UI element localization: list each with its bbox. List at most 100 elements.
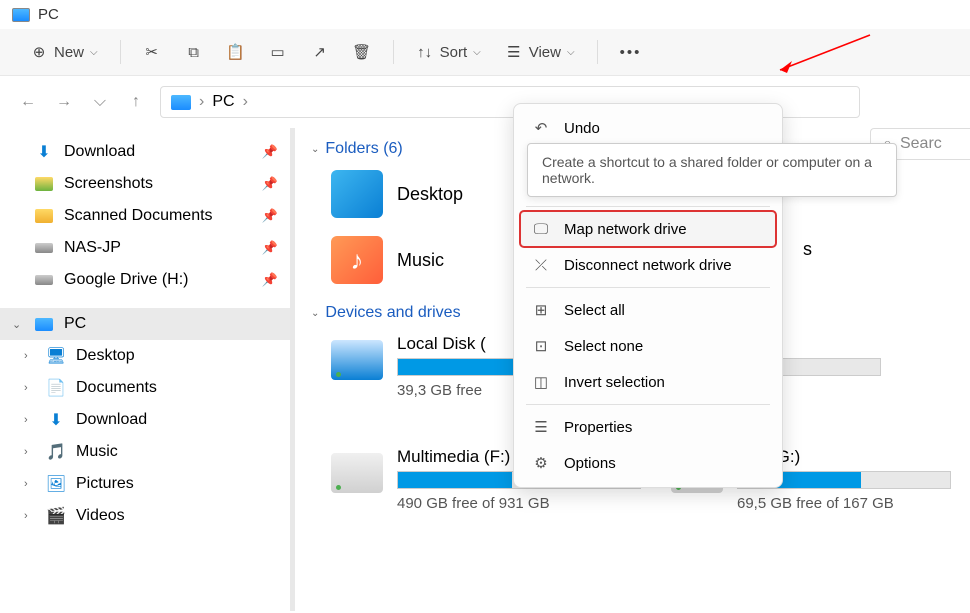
chevron-right-icon[interactable]: ›: [24, 350, 36, 362]
rename-button[interactable]: ▭: [259, 37, 297, 67]
chevron-down-icon: ⌵: [90, 47, 98, 58]
folder-icon: [34, 206, 54, 226]
pc-icon: [171, 95, 191, 110]
new-button[interactable]: ⊕ New ⌵: [20, 37, 108, 67]
select-none-icon: ⊡: [532, 337, 550, 355]
menu-disconnect[interactable]: ⤫ Disconnect network drive: [520, 247, 776, 283]
chevron-down-icon: ⌵: [473, 47, 481, 58]
back-button[interactable]: ←: [16, 90, 40, 114]
sidebar-pc[interactable]: ⌄ PC: [0, 308, 290, 340]
documents-icon: 📄: [46, 378, 66, 398]
sidebar: ⬇ Download 📌 Screenshots 📌 Scanned Docum…: [0, 128, 290, 611]
properties-icon: ☰: [532, 418, 550, 436]
videos-icon: 🎬: [46, 506, 66, 526]
drive-icon: [331, 453, 383, 493]
folder-desktop[interactable]: Desktop: [331, 170, 463, 218]
view-icon: ☰: [505, 43, 523, 61]
menu-invert[interactable]: ◫ Invert selection: [520, 364, 776, 400]
up-button[interactable]: ↑: [124, 90, 148, 114]
breadcrumb-pc[interactable]: PC: [212, 93, 234, 111]
sidebar-download-pc[interactable]: › ⬇ Download: [0, 404, 290, 436]
separator: [393, 40, 394, 64]
copy-icon: ⧉: [185, 43, 203, 61]
network-drive-icon: 🖵: [532, 220, 550, 238]
disconnect-icon: ⤫: [532, 256, 550, 274]
paste-icon: 📋: [227, 43, 245, 61]
chevron-right-icon[interactable]: ›: [24, 446, 36, 458]
tooltip: Create a shortcut to a shared folder or …: [527, 143, 897, 197]
sidebar-scanned[interactable]: Scanned Documents 📌: [0, 200, 290, 232]
chevron-right-icon[interactable]: ›: [24, 414, 36, 426]
menu-map-drive[interactable]: 🖵 Map network drive: [520, 211, 776, 247]
pc-icon: [12, 8, 30, 22]
separator: [597, 40, 598, 64]
chevron-down-icon: ⌄: [311, 308, 319, 319]
chevron-down-icon[interactable]: ⌄: [12, 318, 24, 331]
sidebar-pictures[interactable]: › 🖼 Pictures: [0, 468, 290, 500]
folder-icon: [34, 174, 54, 194]
sort-icon: ↑↓: [416, 43, 434, 61]
sidebar-screenshots[interactable]: Screenshots 📌: [0, 168, 290, 200]
pictures-icon: 🖼: [46, 474, 66, 494]
sidebar-gdrive[interactable]: Google Drive (H:) 📌: [0, 264, 290, 296]
download-icon: ⬇: [34, 142, 54, 162]
ellipsis-icon: •••: [620, 44, 642, 61]
breadcrumb-sep: ›: [243, 93, 248, 111]
paste-button[interactable]: 📋: [217, 37, 255, 67]
sidebar-music[interactable]: › 🎵 Music: [0, 436, 290, 468]
menu-select-all[interactable]: ⊞ Select all: [520, 292, 776, 328]
folder-music[interactable]: ♪ Music: [331, 236, 463, 284]
nas-icon: [34, 238, 54, 258]
chevron-right-icon[interactable]: ›: [24, 510, 36, 522]
menu-options[interactable]: ⚙ Options: [520, 445, 776, 481]
navbar: ← → ⌵ ↑ › PC › ⌕ Searc: [0, 76, 970, 128]
chevron-down-icon: ⌵: [567, 47, 575, 58]
sidebar-desktop[interactable]: › 🖥 Desktop: [0, 340, 290, 372]
cut-button[interactable]: ✂: [133, 37, 171, 67]
undo-icon: ↶: [532, 119, 550, 137]
options-icon: ⚙: [532, 454, 550, 472]
music-folder-icon: ♪: [331, 236, 383, 284]
menu-properties[interactable]: ☰ Properties: [520, 409, 776, 445]
titlebar: PC: [0, 0, 970, 29]
plus-icon: ⊕: [30, 43, 48, 61]
folder-partial-label: s: [803, 239, 837, 260]
sidebar-download[interactable]: ⬇ Download 📌: [0, 136, 290, 168]
new-label: New: [54, 44, 84, 61]
pin-icon: 📌: [262, 272, 278, 288]
sidebar-videos[interactable]: › 🎬 Videos: [0, 500, 290, 532]
pin-icon: 📌: [262, 144, 278, 160]
chevron-right-icon[interactable]: ›: [24, 382, 36, 394]
drive-icon: [331, 340, 383, 380]
pin-icon: 📌: [262, 240, 278, 256]
desktop-icon: 🖥: [46, 346, 66, 366]
share-button[interactable]: ↗: [301, 37, 339, 67]
sort-label: Sort: [440, 44, 468, 61]
view-label: View: [529, 44, 561, 61]
sidebar-nas[interactable]: NAS-JP 📌: [0, 232, 290, 264]
chevron-right-icon[interactable]: ›: [24, 478, 36, 490]
separator: [120, 40, 121, 64]
forward-button[interactable]: →: [52, 90, 76, 114]
music-icon: 🎵: [46, 442, 66, 462]
desktop-folder-icon: [331, 170, 383, 218]
download-icon: ⬇: [46, 410, 66, 430]
view-button[interactable]: ☰ View ⌵: [495, 37, 585, 67]
sidebar-documents[interactable]: › 📄 Documents: [0, 372, 290, 404]
menu-select-none[interactable]: ⊡ Select none: [520, 328, 776, 364]
more-button[interactable]: •••: [610, 38, 652, 67]
pc-icon: [34, 314, 54, 334]
share-icon: ↗: [311, 43, 329, 61]
menu-separator: [526, 287, 770, 288]
pin-icon: 📌: [262, 176, 278, 192]
trash-icon: 🗑: [353, 43, 371, 61]
arrow-annotation: [770, 30, 880, 80]
invert-icon: ◫: [532, 373, 550, 391]
history-dropdown[interactable]: ⌵: [88, 90, 112, 114]
menu-undo[interactable]: ↶ Undo: [520, 110, 776, 146]
sort-button[interactable]: ↑↓ Sort ⌵: [406, 37, 491, 67]
delete-button[interactable]: 🗑: [343, 37, 381, 67]
menu-separator: [526, 206, 770, 207]
copy-button[interactable]: ⧉: [175, 37, 213, 67]
scissors-icon: ✂: [143, 43, 161, 61]
